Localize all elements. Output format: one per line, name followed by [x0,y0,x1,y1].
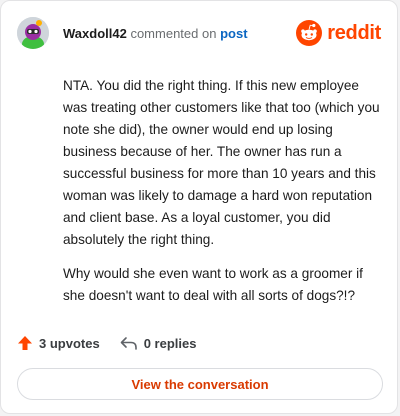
post-link[interactable]: post [220,26,247,41]
comment-body: NTA. You did the right thing. If this ne… [63,75,383,319]
reddit-wordmark: reddit [327,21,381,44]
reddit-snoo-icon [296,20,323,46]
comment-header: Waxdoll42 commented on post reddit [17,17,381,53]
upvote-count: 3 upvotes [39,335,100,351]
avatar[interactable] [17,17,49,49]
reply-count: 0 replies [143,335,197,351]
comment-paragraph: Why would she even want to work as a gro… [63,266,363,303]
comment-actions: 3 upvotes 0 replies [17,333,196,353]
view-conversation-button[interactable]: View the conversation [17,368,383,400]
upvote-button[interactable]: 3 upvotes [17,335,100,351]
reply-icon [120,337,137,350]
avatar-image [17,17,49,49]
comment-card: Waxdoll42 commented on post reddit NTA. … [0,0,398,414]
upvote-arrow-icon [18,336,32,350]
comment-paragraph: NTA. You did the right thing. If this ne… [63,78,380,247]
commented-on-text: commented on [130,26,217,41]
username[interactable]: Waxdoll42 [63,26,127,41]
reply-button[interactable]: 0 replies [120,335,197,351]
reddit-logo[interactable]: reddit [296,19,381,47]
comment-meta: Waxdoll42 commented on post [63,26,248,42]
